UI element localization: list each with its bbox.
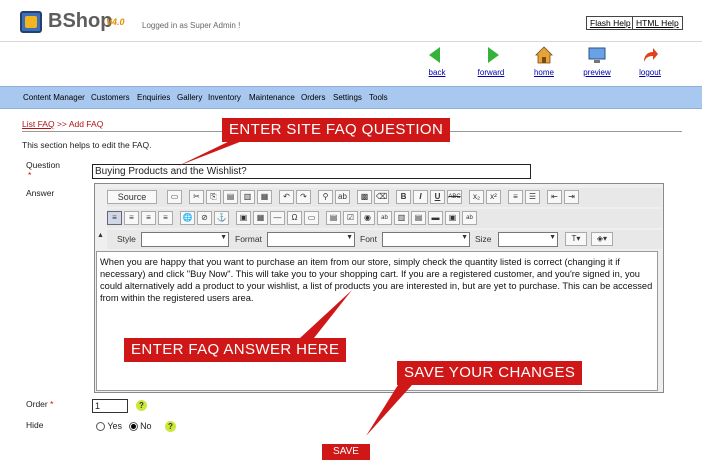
question-callout: ENTER SITE FAQ QUESTION bbox=[222, 118, 451, 142]
save-callout: SAVE YOUR CHANGES bbox=[397, 361, 583, 385]
callout-arrows bbox=[178, 138, 412, 436]
save-callout-arrow bbox=[366, 385, 412, 436]
answer-callout-arrow bbox=[300, 290, 352, 338]
answer-callout: ENTER FAQ ANSWER HERE bbox=[124, 338, 347, 362]
question-callout-arrow bbox=[178, 138, 250, 166]
